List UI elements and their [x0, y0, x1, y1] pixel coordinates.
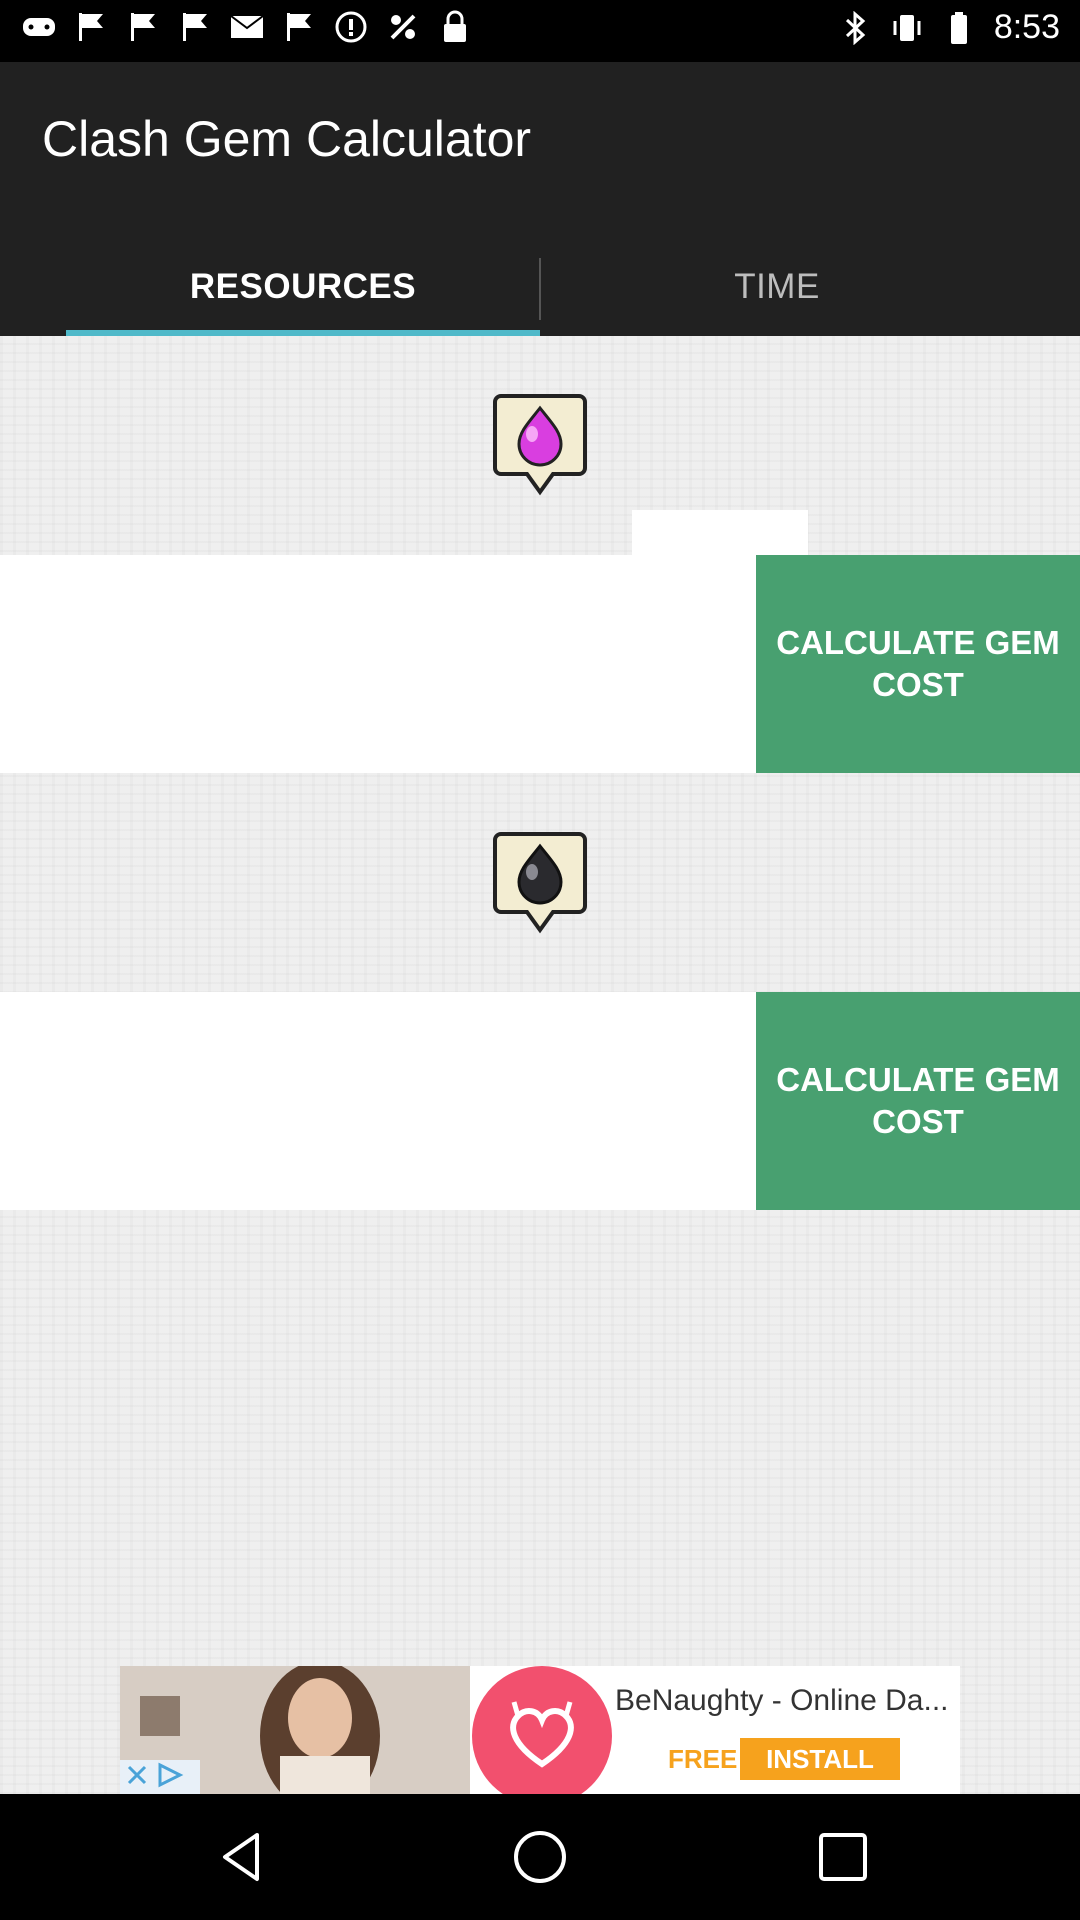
app-title: Clash Gem Calculator [42, 111, 532, 167]
ad-free-label: FREE [668, 1744, 738, 1774]
resource-input-elixir[interactable] [0, 555, 756, 773]
resource-input-dark-elixir[interactable] [0, 992, 756, 1210]
battery-icon [942, 11, 976, 45]
ad-title: BeNaughty - Online Da... [615, 1684, 949, 1717]
gamepad-icon [22, 10, 56, 44]
flag-icon [178, 10, 212, 44]
lock-icon [438, 10, 472, 44]
vibrate-icon [890, 11, 924, 45]
input-underlay [632, 510, 808, 550]
info-icon [334, 10, 368, 44]
tab-resources[interactable]: RESOURCES [66, 238, 540, 336]
heart-logo-icon [472, 1666, 612, 1794]
mail-icon [230, 10, 264, 44]
dark-elixir-drop-icon [491, 826, 589, 936]
navigation-bar [0, 1794, 1080, 1920]
ad-choices[interactable] [120, 1760, 200, 1794]
flag-icon [282, 10, 316, 44]
recents-icon[interactable] [806, 1820, 880, 1894]
fake-gps-icon [386, 10, 420, 44]
system-icons: 8:53 [838, 8, 1060, 47]
home-icon[interactable] [503, 1820, 577, 1894]
calculate-gem-cost-button[interactable]: CALCULATE GEM COST [756, 992, 1080, 1210]
clock: 8:53 [993, 8, 1060, 46]
bluetooth-icon [838, 10, 872, 45]
tab-time[interactable]: TIME [540, 238, 1014, 336]
status-bar: 8:53 [0, 0, 1080, 62]
ad-choices-icon[interactable] [156, 1762, 184, 1793]
ad-banner[interactable]: BeNaughty - Online Da... FREE INSTALL [120, 1666, 960, 1794]
flag-icon [126, 10, 160, 44]
close-icon[interactable] [126, 1764, 148, 1791]
back-icon[interactable] [204, 1820, 278, 1894]
elixir-drop-icon [491, 388, 589, 498]
calculate-gem-cost-button[interactable]: CALCULATE GEM COST [756, 555, 1080, 773]
flag-icon [74, 10, 108, 44]
app-bar: Clash Gem Calculator RESOURCES TIME [0, 62, 1080, 336]
content-area: CALCULATE GEM COST CALCULATE GEM COST [0, 336, 1080, 1794]
ad-install-button[interactable]: INSTALL [740, 1738, 900, 1780]
tab-bar: RESOURCES TIME [0, 238, 1080, 336]
notification-icons [22, 10, 472, 44]
